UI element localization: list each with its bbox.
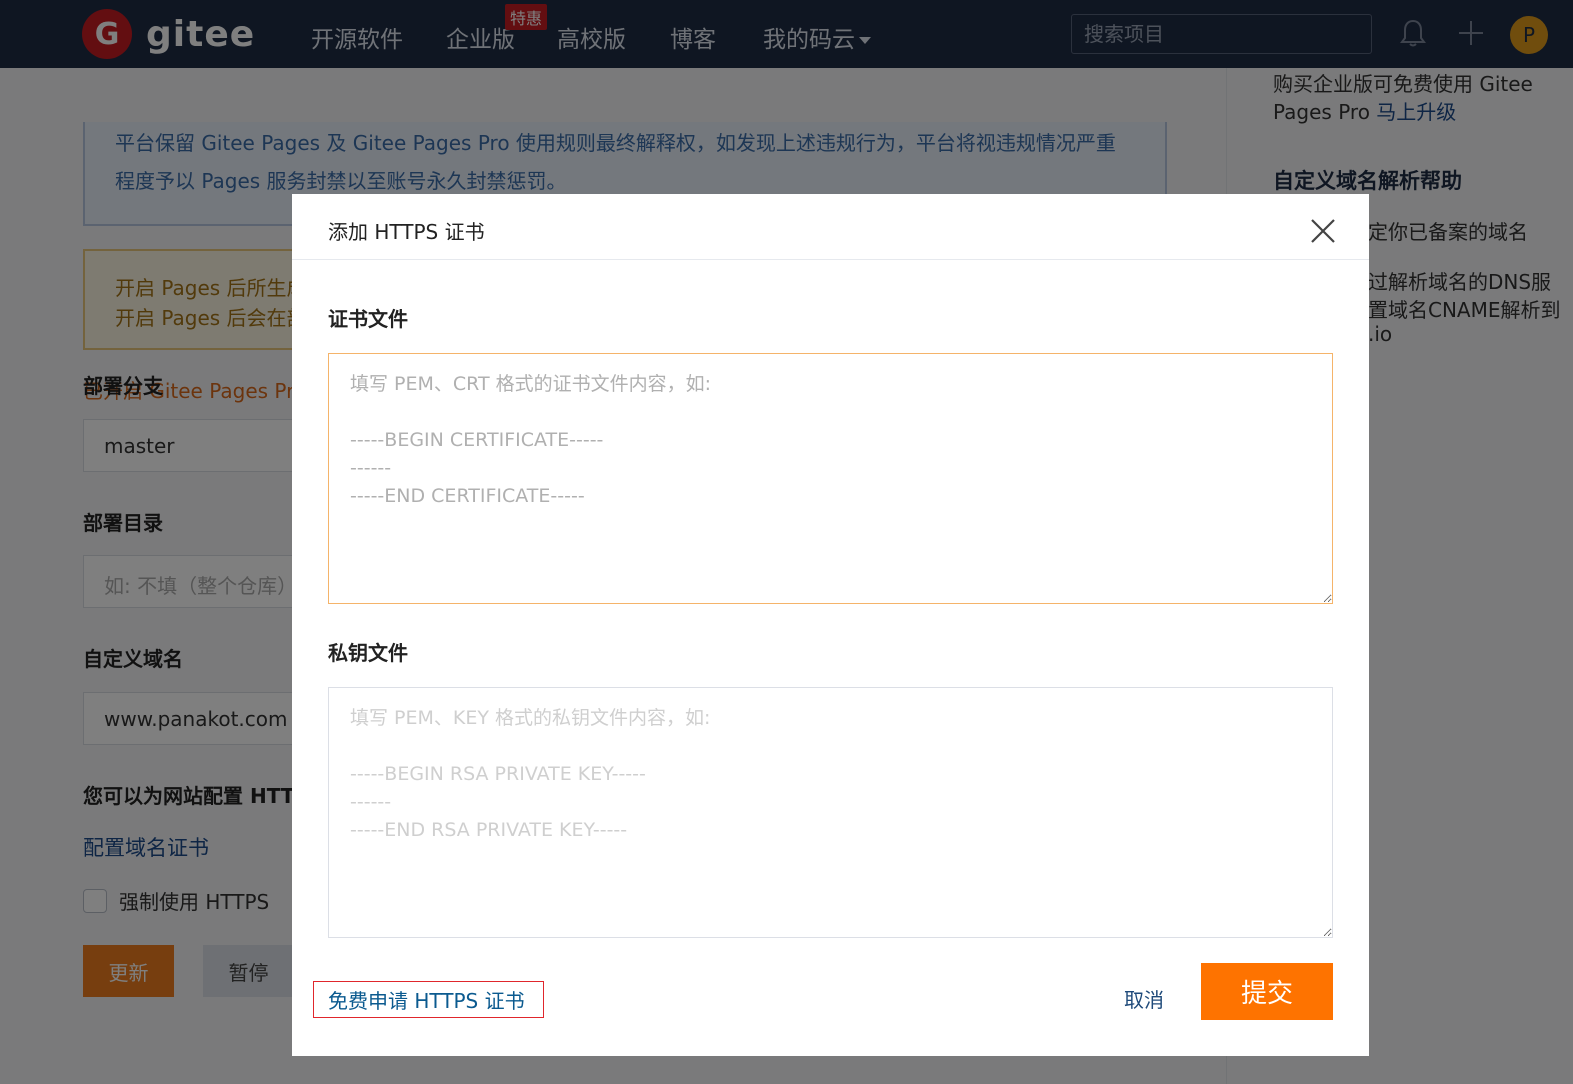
cert-file-textarea[interactable]	[328, 353, 1333, 604]
dialog-header: 添加 HTTPS 证书	[292, 194, 1369, 260]
free-cert-link[interactable]: 免费申请 HTTPS 证书	[313, 981, 544, 1018]
private-key-label: 私钥文件	[328, 641, 408, 665]
cert-file-label: 证书文件	[328, 307, 408, 331]
dialog-title: 添加 HTTPS 证书	[328, 220, 485, 244]
submit-button[interactable]: 提交	[1201, 963, 1333, 1020]
add-https-cert-dialog: 添加 HTTPS 证书 证书文件 私钥文件 免费申请 HTTPS 证书 取消 提…	[292, 194, 1369, 1056]
cancel-button[interactable]: 取消	[1124, 984, 1164, 1013]
close-icon[interactable]	[1308, 216, 1338, 246]
private-key-textarea[interactable]	[328, 687, 1333, 938]
